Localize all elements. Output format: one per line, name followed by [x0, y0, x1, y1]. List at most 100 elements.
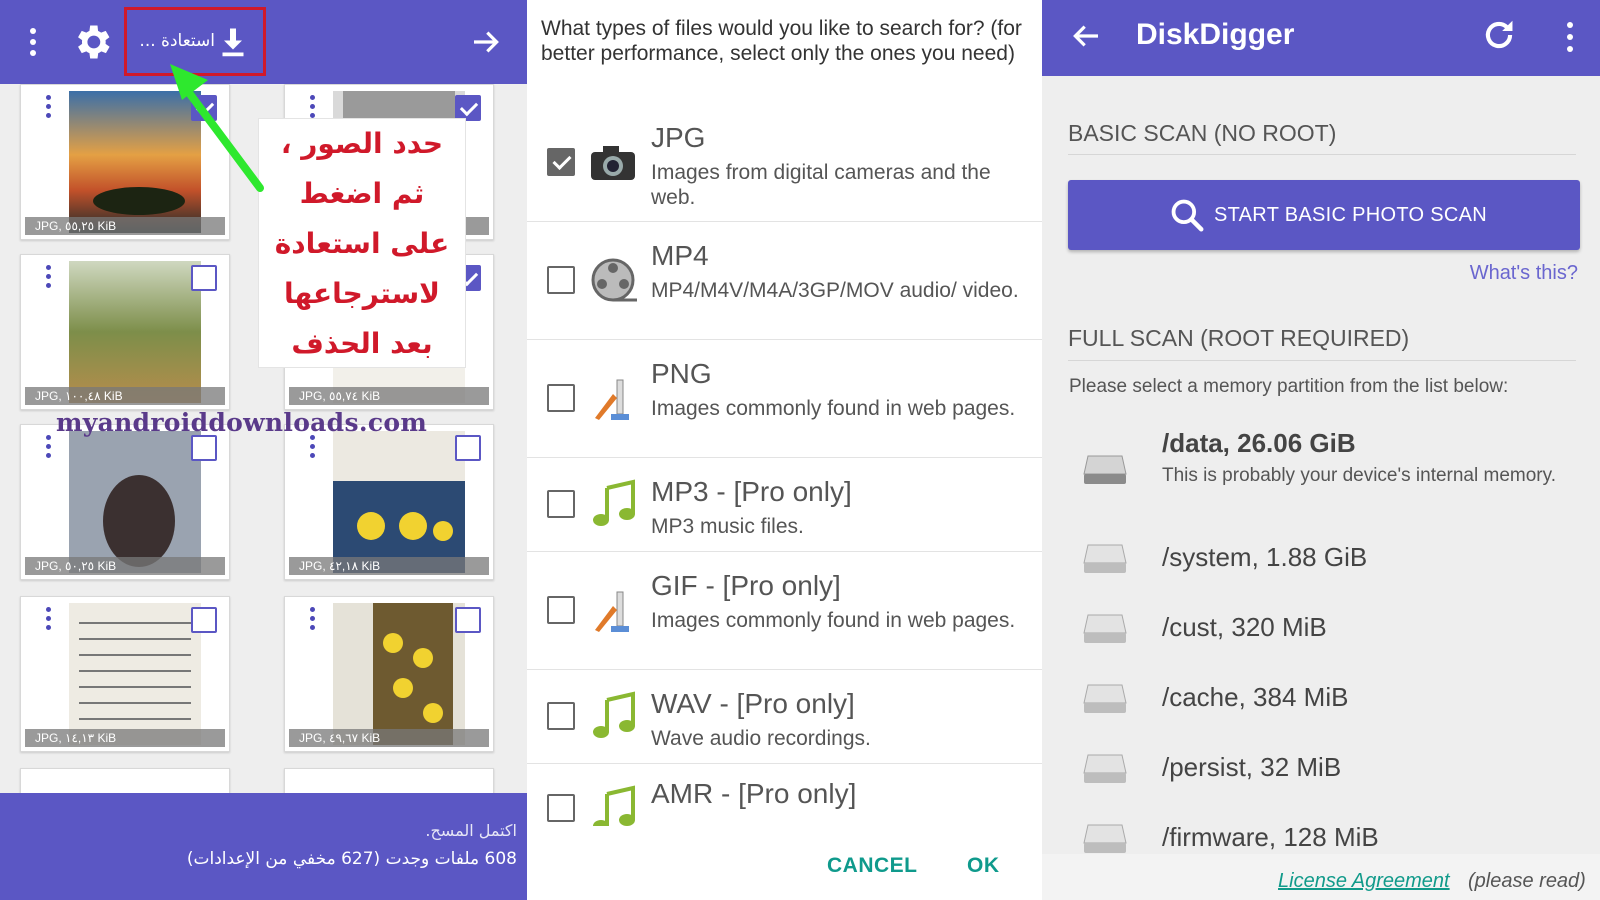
photo-thumbnail: [69, 261, 201, 403]
tile-caption: JPG, ١٤,١٣ KiB: [25, 729, 225, 747]
filetype-desc: MP3 music files.: [651, 515, 804, 538]
tile-caption: JPG, ٥٥,٧٤ KiB: [289, 387, 489, 405]
filetype-row-gif[interactable]: GIF - [Pro only] Images commonly found i…: [527, 552, 1042, 670]
dialog-actions: CANCEL OK: [527, 826, 1042, 896]
filetype-checkbox[interactable]: [547, 148, 575, 176]
filetype-row-wav[interactable]: WAV - [Pro only] Wave audio recordings.: [527, 670, 1042, 764]
partition-item[interactable]: /cache, 384 MiB: [1082, 676, 1582, 720]
filetype-checkbox[interactable]: [547, 490, 575, 518]
scan-status-footer: اكتمل المسح. 608 ملفات وجدت (627 مخفي من…: [0, 793, 527, 900]
partition-item[interactable]: /cust, 320 MiB: [1082, 606, 1582, 650]
diskdigger-screen: DiskDigger BASIC SCAN (NO ROOT) START BA…: [1042, 0, 1600, 900]
note-line: حدد الصور ،: [280, 127, 444, 160]
filetype-checkbox[interactable]: [547, 794, 575, 822]
instruction-note: حدد الصور ، ثم اضغط على استعادة لاسترجاع…: [258, 118, 466, 368]
overflow-menu-icon[interactable]: [1564, 20, 1576, 56]
tile-menu-icon[interactable]: [45, 607, 53, 637]
filetype-checkbox[interactable]: [547, 702, 575, 730]
filetype-checkbox[interactable]: [547, 596, 575, 624]
tile-checkbox[interactable]: [455, 607, 481, 633]
tile-menu-icon[interactable]: [309, 607, 317, 637]
music-note-icon: [593, 479, 635, 526]
tile-caption: JPG, ٤٩,٦٧ KiB: [289, 729, 489, 747]
start-basic-scan-button[interactable]: START BASIC PHOTO SCAN: [1068, 180, 1580, 250]
filetype-row-mp4[interactable]: MP4 MP4/M4V/M4A/3GP/MOV audio/ video.: [527, 222, 1042, 340]
partition-item[interactable]: /persist, 32 MiB: [1082, 746, 1582, 790]
partition-instructions: Please select a memory partition from th…: [1069, 376, 1509, 397]
app-title: DiskDigger: [1136, 18, 1295, 51]
filetype-title: JPG: [651, 122, 706, 153]
photo-tile[interactable]: JPG, ١٠٠,٤٨ KiB: [20, 254, 230, 410]
filetype-row-png[interactable]: PNG Images commonly found in web pages.: [527, 340, 1042, 458]
filetype-title: MP3 - [Pro only]: [651, 476, 852, 507]
file-types-dialog: What types of files would you like to se…: [527, 0, 1042, 900]
filetype-desc: Images commonly found in web pages.: [651, 609, 1016, 632]
divider: [1068, 360, 1576, 361]
restore-label: استعادة ...: [139, 31, 215, 51]
tile-checkbox[interactable]: [191, 607, 217, 633]
photo-thumbnail: [69, 603, 201, 745]
music-note-icon: [593, 785, 635, 826]
screenshot-collage: استعادة ... JPG, ٥٥,٢٥ KiB JPG, ١٠٠,٤٨ K…: [0, 0, 1600, 900]
filetype-desc: Wave audio recordings.: [651, 727, 871, 750]
tile-menu-icon[interactable]: [45, 95, 53, 125]
photo-tile[interactable]: JPG, ٥٠,٢٥ KiB: [20, 424, 230, 580]
filetype-title: AMR - [Pro only]: [651, 778, 857, 809]
tile-caption: JPG, ١٠٠,٤٨ KiB: [25, 387, 225, 405]
filetype-row-mp3[interactable]: MP3 - [Pro only] MP3 music files.: [527, 458, 1042, 552]
partition-name: /cache, 384 MiB: [1162, 682, 1349, 712]
full-scan-heading: FULL SCAN (ROOT REQUIRED): [1068, 325, 1410, 351]
partition-name: /system, 1.88 GiB: [1162, 542, 1368, 572]
photo-tile[interactable]: JPG, ٤٢,١٨ KiB: [284, 424, 494, 580]
tile-caption: JPG, ٥٥,٢٥ KiB: [25, 217, 225, 235]
tile-checkbox[interactable]: [191, 265, 217, 291]
files-found-text: 608 ملفات وجدت (627 مخفي من الإعدادات): [186, 849, 517, 869]
partition-item[interactable]: /data, 26.06 GiB This is probably your d…: [1082, 428, 1582, 512]
tile-menu-icon[interactable]: [45, 265, 53, 295]
filetype-desc: Images from digital cameras and the web.: [651, 161, 991, 209]
ok-button[interactable]: OK: [967, 854, 1000, 878]
basic-scan-heading: BASIC SCAN (NO ROOT): [1068, 120, 1337, 146]
filetype-row-amr[interactable]: AMR - [Pro only]: [527, 764, 1042, 826]
note-line: بعد الحذف: [291, 327, 433, 360]
tile-menu-icon[interactable]: [45, 435, 53, 465]
filetype-checkbox[interactable]: [547, 384, 575, 412]
note-line: على استعادة: [274, 227, 450, 260]
license-agreement-link[interactable]: License Agreement: [1278, 870, 1450, 893]
overflow-menu-icon[interactable]: [24, 22, 42, 62]
tile-menu-icon[interactable]: [309, 435, 317, 465]
hard-drive-icon: [1083, 684, 1127, 713]
arrow-forward-icon[interactable]: [470, 26, 502, 58]
hard-drive-icon: [1083, 614, 1127, 643]
refresh-icon[interactable]: [1480, 16, 1518, 54]
photo-tile[interactable]: JPG, ٤٩,٦٧ KiB: [284, 596, 494, 752]
whats-this-link[interactable]: What's this?: [1470, 262, 1578, 285]
paint-icon: [595, 379, 629, 420]
note-line: لاسترجاعها: [283, 277, 441, 310]
tile-checkbox[interactable]: [191, 435, 217, 461]
license-footer: License Agreement (please read): [1042, 854, 1600, 900]
arrow-back-icon[interactable]: [1070, 20, 1102, 52]
scan-complete-text: اكتمل المسح.: [425, 821, 517, 840]
filetype-desc: Images commonly found in web pages.: [651, 397, 1016, 420]
download-icon: [222, 28, 244, 57]
filetype-checkbox[interactable]: [547, 266, 575, 294]
gear-icon[interactable]: [70, 20, 114, 64]
paint-icon: [595, 591, 629, 632]
tile-checkbox[interactable]: [455, 435, 481, 461]
cancel-button[interactable]: CANCEL: [827, 854, 918, 878]
license-note: (please read): [1468, 870, 1586, 892]
divider: [1068, 154, 1576, 155]
filetype-title: WAV - [Pro only]: [651, 688, 855, 719]
partition-name: /data, 26.06 GiB: [1162, 428, 1356, 458]
hard-drive-icon: [1083, 455, 1127, 484]
filetype-title: PNG: [651, 358, 712, 389]
filetype-row-jpg[interactable]: JPG Images from digital cameras and the …: [527, 104, 1042, 222]
tile-caption: JPG, ٥٠,٢٥ KiB: [25, 557, 225, 575]
filetype-title: MP4: [651, 240, 709, 271]
photo-tile[interactable]: JPG, ١٤,١٣ KiB: [20, 596, 230, 752]
tile-caption: JPG, ٤٢,١٨ KiB: [289, 557, 489, 575]
partition-item[interactable]: /firmware, 128 MiB: [1082, 816, 1582, 854]
partition-item[interactable]: /system, 1.88 GiB: [1082, 536, 1582, 580]
partition-desc: This is probably your device's internal …: [1162, 465, 1556, 486]
